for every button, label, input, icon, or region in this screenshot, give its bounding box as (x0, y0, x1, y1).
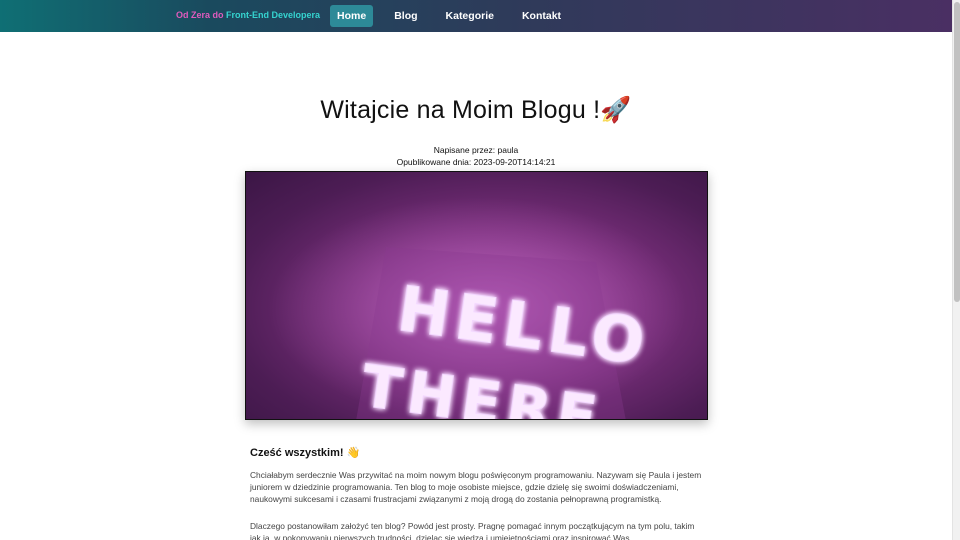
post-title: Witajcie na Moim Blogu !🚀 (320, 96, 632, 124)
brand-part2: Front-End Developera (226, 10, 321, 20)
nav-blog-link[interactable]: Blog (387, 5, 424, 27)
post-greeting: Cześć wszystkim! 👋 (250, 447, 361, 459)
post-author: Napisane przez: paula (433, 145, 519, 155)
main-nav: Home Blog Kategorie Kontakt (330, 5, 582, 27)
neon-sign-illustration: HELLO THERE (246, 172, 707, 419)
post-date: Opublikowane dnia: 2023-09-20T14:14:21 (396, 157, 556, 167)
page-scrollbar[interactable] (952, 0, 960, 540)
post-paragraph-2: Dlaczego postanowiłam założyć ten blog? … (250, 521, 695, 540)
top-navbar: Od Zera do Front-End Developera Home Blo… (0, 0, 952, 32)
brand-logo[interactable]: Od Zera do Front-End Developera (176, 10, 320, 20)
nav-kategorie-link[interactable]: Kategorie (439, 5, 501, 27)
brand-part1: Od Zera do (176, 10, 224, 20)
nav-home-link[interactable]: Home (330, 5, 374, 27)
post-paragraph-1: Chciałabym serdecznie Was przywitać na m… (250, 470, 702, 504)
post-hero-image: HELLO THERE (245, 171, 708, 420)
scrollbar-thumb[interactable] (954, 2, 960, 302)
nav-kontakt-link[interactable]: Kontakt (515, 5, 568, 27)
